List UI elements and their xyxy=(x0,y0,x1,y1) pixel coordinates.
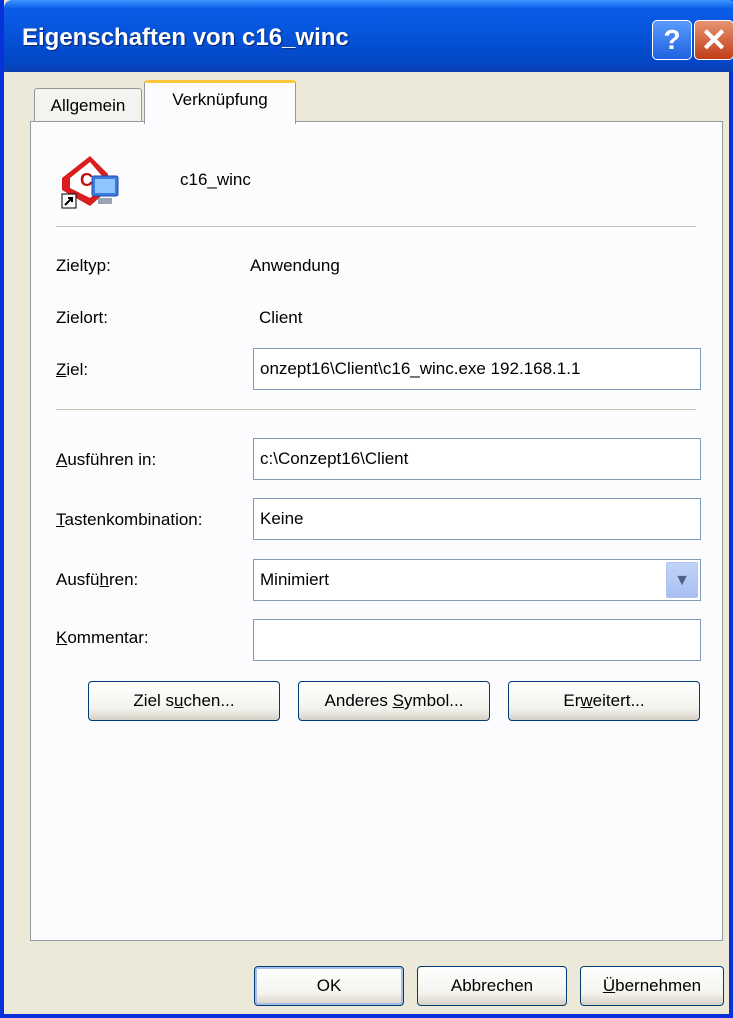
close-button[interactable]: ✕ xyxy=(694,20,733,60)
separator-top xyxy=(56,226,696,228)
ziel-label: Ziel: xyxy=(56,360,89,379)
kommentar-label: Kommentar: xyxy=(56,628,149,647)
kommentar-input[interactable] xyxy=(253,619,701,661)
tab-verknuepfung[interactable]: Verknüpfung xyxy=(144,80,296,124)
properties-dialog: Eigenschaften von c16_winc ? ✕ Allgemein… xyxy=(0,0,733,1018)
abbrechen-button[interactable]: Abbrechen xyxy=(417,966,567,1006)
anderes-symbol-button[interactable]: Anderes Symbol... xyxy=(298,681,490,721)
tab-allgemein[interactable]: Allgemein xyxy=(34,88,142,124)
separator-middle xyxy=(56,409,696,411)
zieltyp-label: Zieltyp: xyxy=(56,256,111,275)
tastenkombination-input[interactable]: Keine xyxy=(253,498,701,540)
zielort-value: Client xyxy=(259,308,303,327)
erweitert-button[interactable]: Erweitert... xyxy=(508,681,700,721)
ausfuehren-in-input[interactable]: c:\Conzept16\Client xyxy=(253,438,701,480)
ziel-input[interactable]: onzept16\Client\c16_winc.exe 192.168.1.1 xyxy=(253,348,701,390)
ok-button[interactable]: OK xyxy=(254,966,404,1006)
shortcut-name: c16_winc xyxy=(180,170,251,189)
ausfuehren-label: Ausführen: xyxy=(56,570,139,589)
title-bar[interactable]: Eigenschaften von c16_winc ? ✕ xyxy=(4,0,733,72)
ausfuehren-selected-value: Minimiert xyxy=(260,570,329,589)
uebernehmen-button[interactable]: Übernehmen xyxy=(580,966,724,1006)
ausfuehren-select[interactable]: Minimiert ▼ xyxy=(253,559,701,601)
ausfuehren-in-label: Ausführen in: xyxy=(56,450,157,469)
svg-text:C: C xyxy=(80,170,93,190)
tastenkombination-label: Tastenkombination: xyxy=(56,510,203,529)
window-title: Eigenschaften von c16_winc xyxy=(22,24,349,51)
application-shortcut-icon: C xyxy=(61,156,119,209)
ziel-suchen-button[interactable]: Ziel suchen... xyxy=(88,681,280,721)
zieltyp-value: Anwendung xyxy=(250,256,340,275)
chevron-down-icon[interactable]: ▼ xyxy=(666,562,698,598)
help-button[interactable]: ? xyxy=(652,20,692,60)
zielort-label: Zielort: xyxy=(56,308,108,327)
